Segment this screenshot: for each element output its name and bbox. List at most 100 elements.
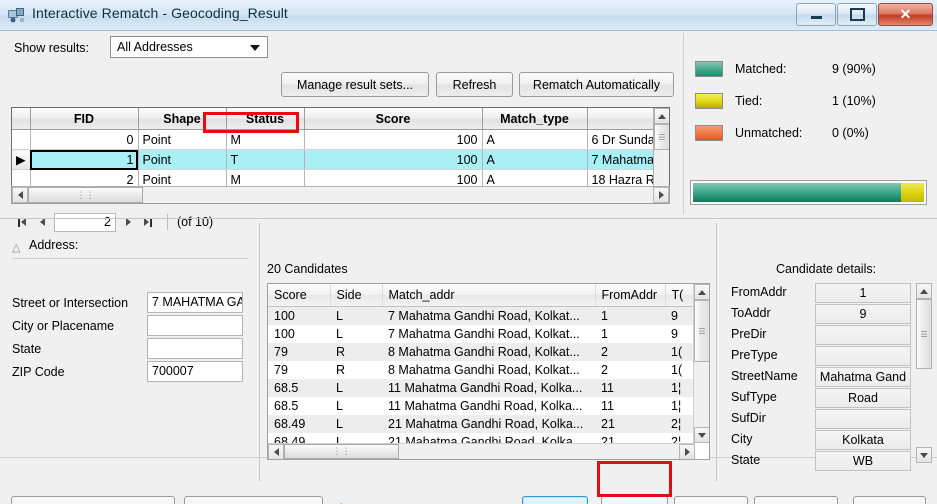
results-col-matchtype[interactable]: Match_type [482, 108, 588, 130]
refresh-button[interactable]: Refresh [436, 72, 513, 97]
results-horizontal-scrollbar[interactable]: ⋮⋮ [11, 186, 670, 204]
cand-col-side[interactable]: Side [330, 284, 383, 307]
zip-input[interactable]: 700007 [147, 361, 243, 382]
cand-cell-side[interactable]: L [330, 397, 382, 415]
cand-col-matchaddr[interactable]: Match_addr [382, 284, 596, 307]
unmatch-button[interactable]: Unmatch [674, 496, 748, 504]
cell-matchtype[interactable]: A [482, 129, 588, 150]
current-record-input[interactable]: 2 [54, 212, 116, 232]
cand-cell-fromaddr[interactable]: 2 [595, 343, 665, 361]
detail-value[interactable]: Kolkata [815, 430, 911, 450]
cand-cell-matchaddr[interactable]: 11 Mahatma Gandhi Road, Kolka... [382, 397, 595, 415]
pick-address-from-map-button[interactable]: Pick Address from Map [333, 500, 487, 504]
scroll-up-icon[interactable] [654, 108, 669, 124]
table-row[interactable]: 68.5 L 11 Mahatma Gandhi Road, Kolka... 11 1… [268, 397, 693, 415]
cand-cell-fromaddr[interactable]: 2 [595, 361, 665, 379]
table-row[interactable]: 0 Point M 100 A 6 Dr Sunda [12, 129, 669, 150]
table-row[interactable]: 68.5 L 11 Mahatma Gandhi Road, Kolka... 11 1… [268, 379, 693, 397]
scroll-left-icon[interactable] [268, 444, 284, 459]
cand-col-score[interactable]: Score [268, 284, 331, 307]
scroll-right-icon[interactable] [679, 444, 695, 459]
cand-cell-fromaddr[interactable]: 21 [595, 415, 665, 433]
table-row[interactable]: 68.49 L 21 Mahatma Gandhi Road, Kolka... 21… [268, 415, 693, 433]
cand-cell-score[interactable]: 100 [268, 306, 330, 325]
cand-cell-matchaddr[interactable]: 7 Mahatma Gandhi Road, Kolkat... [382, 306, 595, 325]
results-col-shape[interactable]: Shape [138, 108, 227, 130]
detail-value[interactable]: 1 [815, 283, 911, 303]
address-panel-header[interactable]: △ Address: [12, 236, 252, 256]
cand-cell-side[interactable]: L [330, 325, 382, 343]
previous-record-button[interactable] [32, 212, 52, 232]
cand-cell-fromaddr[interactable]: 11 [595, 397, 665, 415]
table-row[interactable]: 100 L 7 Mahatma Gandhi Road, Kolkat... 1 9 [268, 306, 693, 325]
detail-value[interactable] [815, 325, 911, 345]
detail-value[interactable]: 9 [815, 304, 911, 324]
detail-value[interactable]: Road [815, 388, 911, 408]
scrollbar-thumb-horizontal[interactable]: ⋮⋮ [284, 444, 399, 459]
close-button[interactable]: ✕ [878, 3, 933, 26]
cand-cell-toaddr[interactable]: 1( [665, 361, 693, 379]
results-col-score[interactable]: Score [304, 108, 483, 130]
detail-value[interactable]: WB [815, 451, 911, 471]
candidates-table[interactable]: Score Side Match_addr FromAddr T( 100 L 7 … [267, 283, 710, 460]
scroll-left-icon[interactable] [12, 187, 28, 203]
zoom-to-candidates-button[interactable]: Zoom to Candidates [184, 496, 323, 504]
cand-cell-score[interactable]: 68.5 [268, 397, 330, 415]
cell-status[interactable]: T [226, 149, 305, 170]
cand-cell-matchaddr[interactable]: 11 Mahatma Gandhi Road, Kolka... [382, 379, 595, 397]
cell-fid[interactable]: 1 [30, 149, 139, 170]
scroll-right-icon[interactable] [653, 187, 669, 203]
cell-matchtype[interactable]: A [482, 149, 588, 170]
chevron-up-icon[interactable]: △ [12, 241, 20, 254]
cand-cell-side[interactable]: L [330, 415, 382, 433]
maximize-button[interactable] [837, 3, 877, 26]
match-button[interactable]: Match [601, 496, 668, 504]
cand-cell-score[interactable]: 79 [268, 361, 330, 379]
cand-cell-score[interactable]: 100 [268, 325, 330, 343]
cand-cell-toaddr[interactable]: 1¦ [665, 397, 693, 415]
cell-status[interactable]: M [226, 129, 305, 150]
geocoding-options-button[interactable]: Geocoding Options... [11, 496, 175, 504]
scrollbar-thumb[interactable] [694, 300, 709, 362]
cand-cell-side[interactable]: L [330, 379, 382, 397]
scroll-down-icon[interactable] [694, 427, 709, 443]
cell-score[interactable]: 100 [304, 129, 483, 150]
details-vertical-scrollbar[interactable] [916, 283, 932, 463]
cell-score[interactable]: 100 [304, 149, 483, 170]
cand-cell-toaddr[interactable]: 9 [665, 325, 693, 343]
cand-cell-matchaddr[interactable]: 21 Mahatma Gandhi Road, Kolka... [382, 415, 595, 433]
manage-result-sets-button[interactable]: Manage result sets... [281, 72, 429, 97]
cell-shape[interactable]: Point [138, 129, 227, 150]
show-results-dropdown[interactable]: All Addresses [110, 36, 268, 58]
scroll-up-icon[interactable] [916, 283, 932, 299]
cell-shape[interactable]: Point [138, 149, 227, 170]
table-row[interactable]: 100 L 7 Mahatma Gandhi Road, Kolkat... 1 9 [268, 325, 693, 343]
cell-fid[interactable]: 0 [30, 129, 139, 150]
candidates-horizontal-scrollbar[interactable]: ⋮⋮ [268, 443, 695, 459]
state-input[interactable] [147, 338, 243, 359]
search-button[interactable]: Search [522, 496, 588, 504]
detail-value[interactable] [815, 409, 911, 429]
cand-cell-fromaddr[interactable]: 1 [595, 306, 665, 325]
next-record-button[interactable] [118, 212, 138, 232]
scrollbar-thumb[interactable] [654, 124, 669, 150]
cand-cell-toaddr[interactable]: 9 [665, 306, 693, 325]
candidates-vertical-scrollbar[interactable] [693, 284, 709, 443]
rematch-automatically-button[interactable]: Rematch Automatically [519, 72, 674, 97]
table-row[interactable]: ▶ 1 Point T 100 A 7 Mahatma [12, 149, 669, 170]
cand-cell-fromaddr[interactable]: 1 [595, 325, 665, 343]
last-record-button[interactable] [138, 212, 158, 232]
cand-cell-score[interactable]: 79 [268, 343, 330, 361]
detail-value[interactable]: Mahatma Gand [815, 367, 911, 387]
first-record-button[interactable] [12, 212, 32, 232]
cand-cell-toaddr[interactable]: 2¦ [665, 415, 693, 433]
cand-cell-side[interactable]: L [330, 306, 382, 325]
cand-cell-score[interactable]: 68.5 [268, 379, 330, 397]
scrollbar-thumb-horizontal[interactable]: ⋮⋮ [28, 187, 143, 203]
cand-cell-matchaddr[interactable]: 8 Mahatma Gandhi Road, Kolkat... [382, 361, 595, 379]
detail-value[interactable] [815, 346, 911, 366]
scrollbar-thumb[interactable] [916, 299, 932, 369]
results-col-status[interactable]: Status [226, 108, 305, 130]
cand-cell-toaddr[interactable]: 1( [665, 343, 693, 361]
cand-cell-side[interactable]: R [330, 361, 382, 379]
